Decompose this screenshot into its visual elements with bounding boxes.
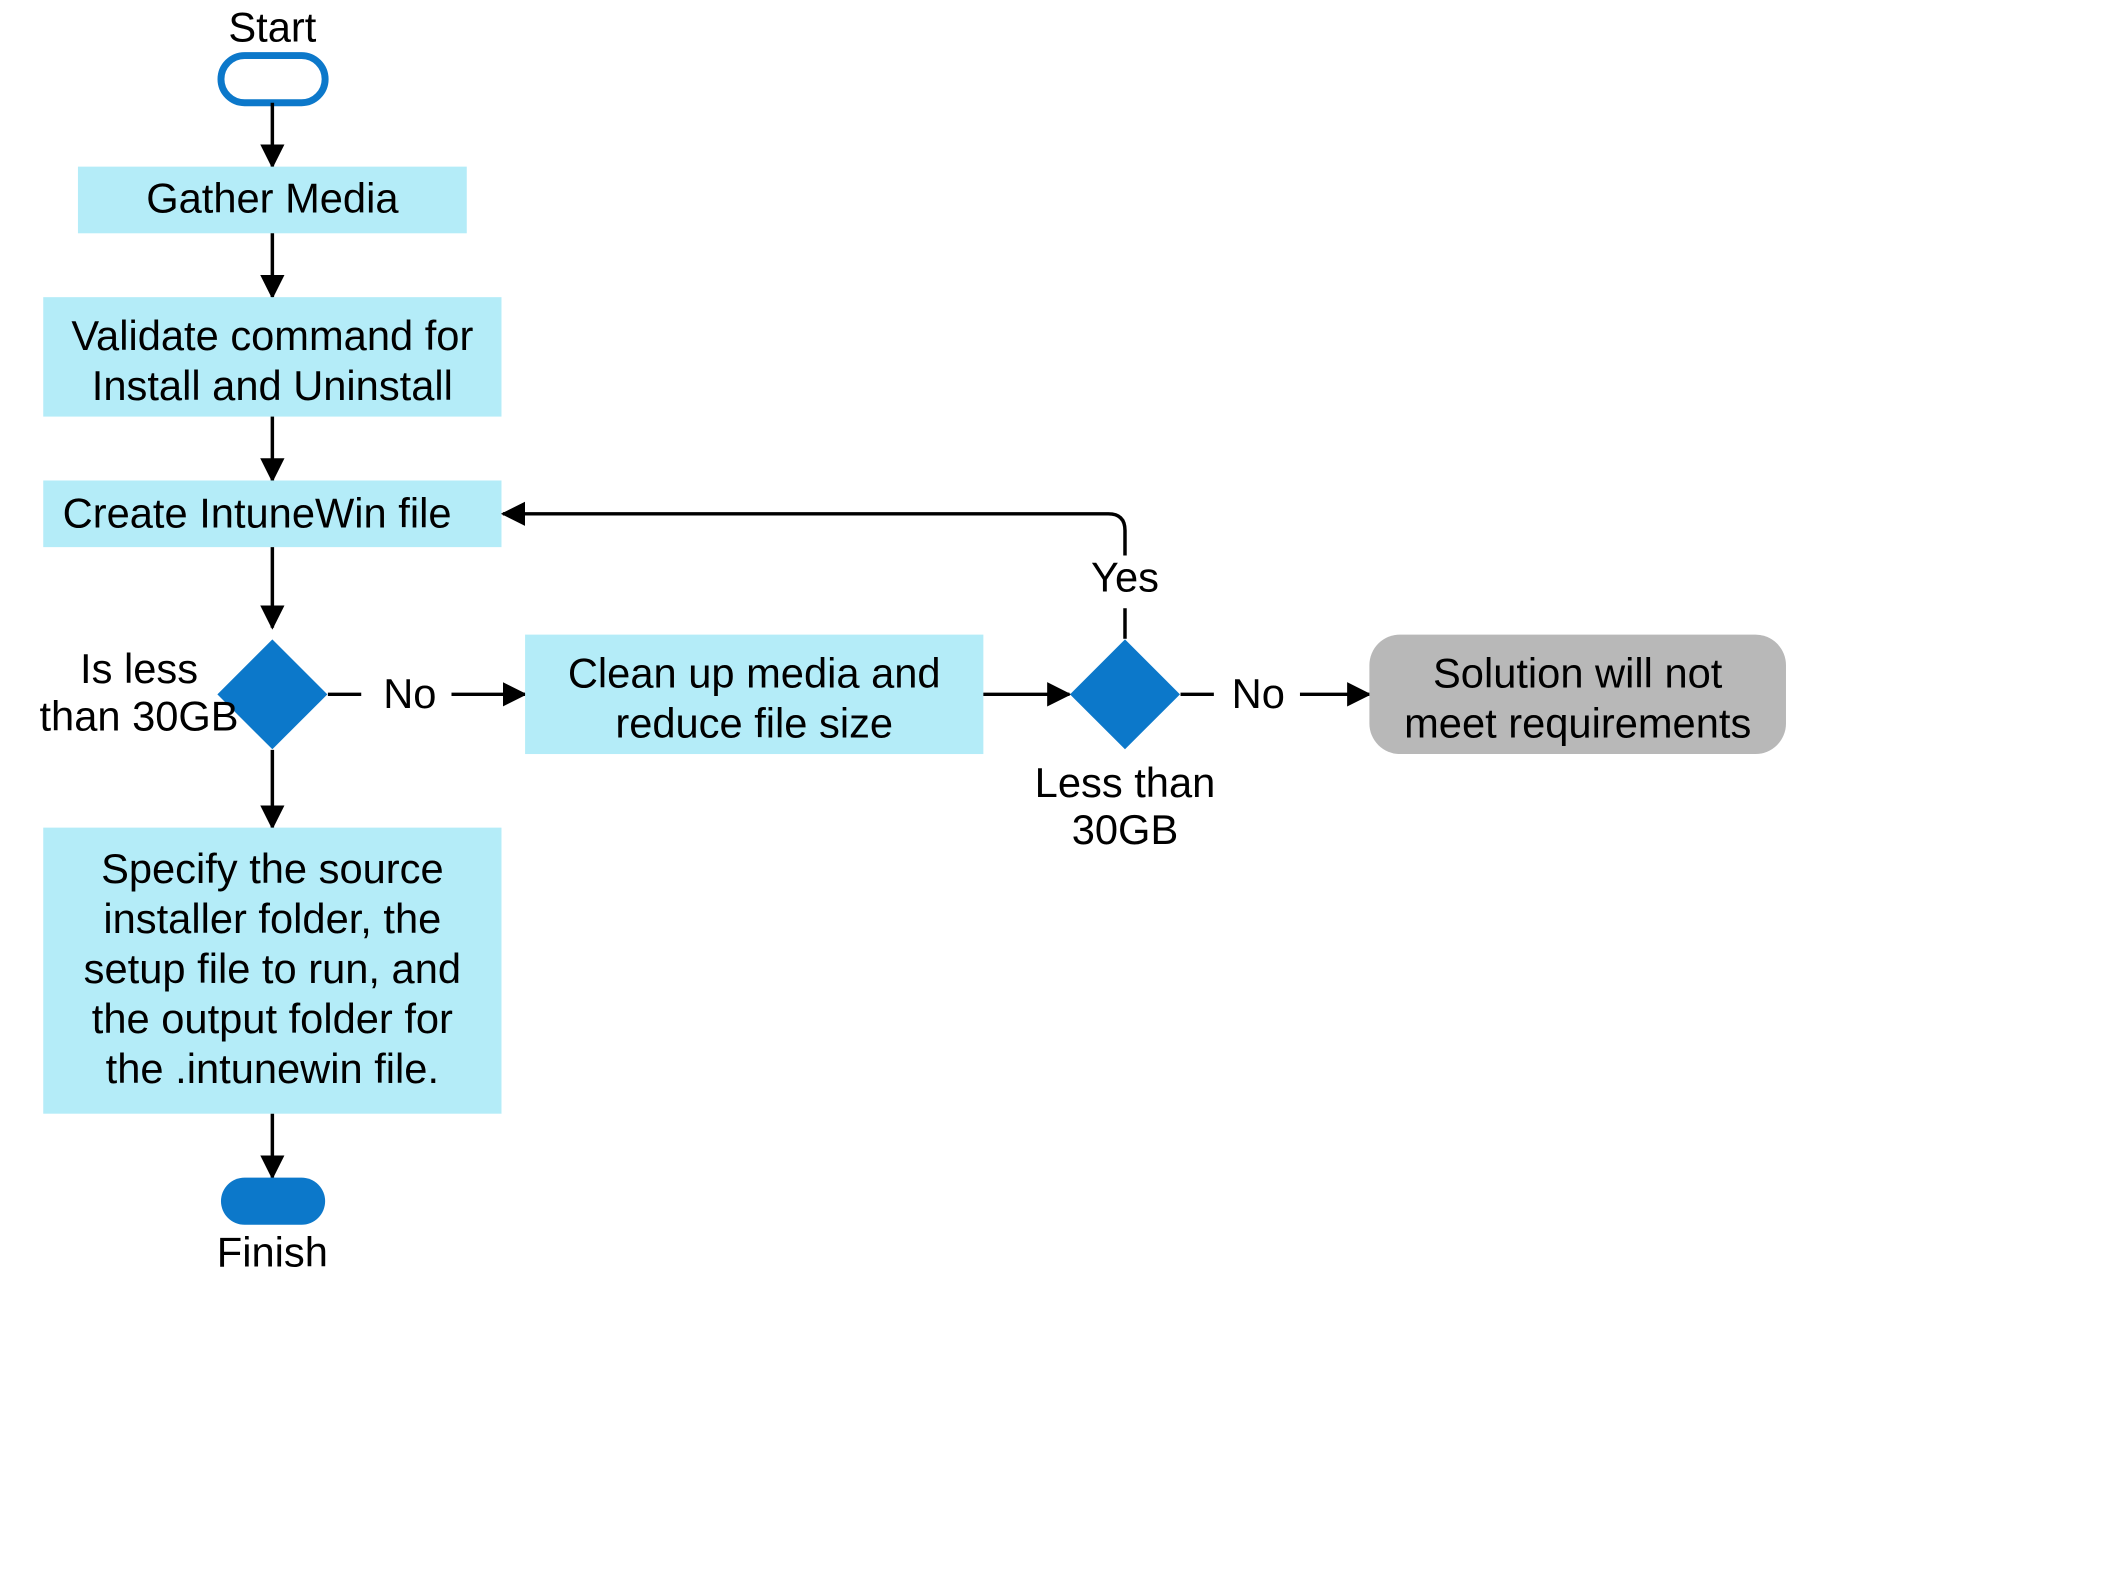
- finish-node: Finish: [217, 1178, 328, 1276]
- validate-line2: Install and Uninstall: [92, 362, 453, 409]
- validate-node: Validate command for Install and Uninsta…: [43, 297, 501, 416]
- create-label: Create IntuneWin file: [63, 490, 452, 537]
- spec-line5: the .intunewin file.: [106, 1045, 439, 1092]
- decision1-node: Is less than 30GB: [39, 639, 327, 749]
- d1-line1: Is less: [80, 645, 198, 692]
- d2-line1: Less than: [1035, 759, 1216, 806]
- spec-line3: setup file to run, and: [84, 945, 461, 992]
- d1-no-edge: No: [328, 670, 525, 717]
- decision2-node: Less than 30GB: [1035, 639, 1216, 853]
- gather-label: Gather Media: [146, 174, 399, 221]
- specify-node: Specify the source installer folder, the…: [43, 828, 501, 1114]
- finish-label: Finish: [217, 1228, 328, 1275]
- d2-yes-edge: Yes: [503, 514, 1159, 639]
- fail-node: Solution will not meet requirements: [1369, 635, 1786, 754]
- start-label: Start: [228, 4, 316, 51]
- fail-line2: meet requirements: [1404, 699, 1751, 746]
- flowchart-canvas: Start Gather Media Validate command for …: [0, 0, 2125, 1590]
- d1-no-label: No: [383, 670, 436, 717]
- d2-no-edge: No: [1181, 670, 1370, 717]
- spec-line1: Specify the source: [101, 845, 444, 892]
- d2-line2: 30GB: [1072, 806, 1178, 853]
- spec-line2: installer folder, the: [103, 895, 441, 942]
- start-node: Start: [221, 4, 325, 103]
- clean-line1: Clean up media and: [568, 649, 941, 696]
- validate-line1: Validate command for: [71, 312, 473, 359]
- clean-line2: reduce file size: [615, 699, 893, 746]
- fail-line1: Solution will not: [1433, 649, 1723, 696]
- d2-yes-label: Yes: [1091, 553, 1159, 600]
- create-intunewin-node: Create IntuneWin file: [43, 480, 501, 547]
- cleanup-node: Clean up media and reduce file size: [525, 635, 983, 754]
- spec-line4: the output folder for: [92, 995, 453, 1042]
- gather-media-node: Gather Media: [78, 167, 467, 234]
- d1-line2: than 30GB: [39, 692, 238, 739]
- d2-no-label: No: [1232, 670, 1285, 717]
